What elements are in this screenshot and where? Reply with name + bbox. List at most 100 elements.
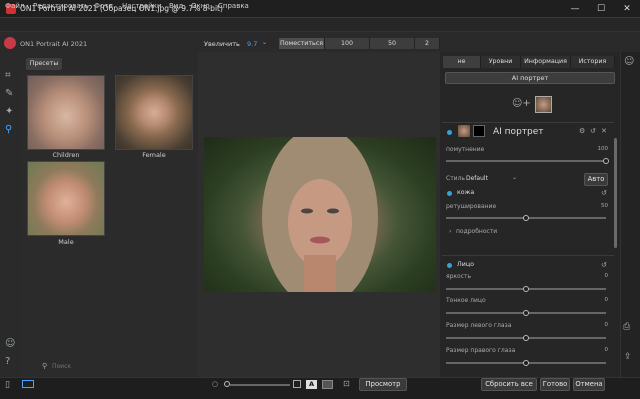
auto-button[interactable]: Авто [584,173,608,186]
zoom-slider-track[interactable] [230,384,290,386]
divider [442,255,614,256]
face-visibility-dot[interactable] [447,263,452,268]
preset-thumbnail-female[interactable] [115,75,193,150]
left-eye-label: Размер левого глаза [446,322,512,329]
tab-presets[interactable]: Пресеты [26,58,62,70]
details-toggle[interactable]: подробности [456,228,497,235]
brightness-value: 0 [604,273,609,279]
thin-face-slider-knob[interactable] [523,310,529,316]
tab-layers[interactable]: не [443,56,481,68]
blur-slider-knob[interactable] [603,158,609,164]
thin-face-value: 0 [604,297,609,303]
person-icon[interactable]: ☺ [624,56,634,67]
panel-toggle-icon[interactable]: ▯ [5,380,10,390]
module-thumbnail [458,125,470,137]
chevron-down-icon[interactable]: ⌄ [262,39,267,46]
blur-label: помутнение [446,146,485,153]
gear-icon[interactable]: ⚙ [579,127,585,135]
preset-thumbnail-children[interactable] [27,75,105,150]
left-toolstrip [0,56,22,376]
preset-search-input[interactable] [52,361,132,371]
menu-help[interactable]: Справка [218,2,249,10]
close-module-icon[interactable]: ✕ [601,127,607,135]
add-face-icon[interactable]: ☺+ [512,98,531,109]
reset-icon[interactable]: ↺ [601,189,607,197]
skin-visibility-dot[interactable] [447,191,452,196]
retouch-label: ретуширование [446,203,497,210]
blur-value: 100 [597,146,609,152]
help-icon[interactable]: ? [5,356,17,368]
preset-label-children: Children [52,151,80,159]
left-eye-value: 0 [604,322,609,328]
tab-levels[interactable]: Уровни [481,56,521,68]
retouch-icon[interactable]: ✦ [5,106,17,118]
portrait-photo [204,137,436,292]
preset-thumbnail-male[interactable] [27,161,105,236]
app-name: ON1 Portrait AI 2021 [20,40,88,48]
tab-info[interactable]: Информация [521,56,571,68]
menu-file[interactable]: Файл [5,2,24,10]
module-visibility-dot[interactable] [447,130,452,135]
right-panel-scrollbar[interactable] [614,138,617,248]
reset-icon[interactable]: ↺ [590,127,596,135]
preset-label-female: Female [142,151,166,159]
menu-view[interactable]: Вид [169,2,183,10]
style-label: Стиль [446,175,465,182]
minimize-button[interactable]: — [562,0,588,18]
share-icon[interactable]: ⇪ [624,352,632,362]
mask-view-icon[interactable] [322,380,333,389]
brush-icon[interactable]: ✎ [5,88,17,100]
chevron-down-icon[interactable]: ⌄ [512,174,517,181]
right-eye-label: Размер правого глаза [446,347,516,354]
reset-all-button[interactable]: Сбросить все [481,378,537,391]
preview-button[interactable]: Просмотр [359,378,407,391]
face-section-title: Лицо [457,261,474,268]
right-eye-value: 0 [604,347,609,353]
style-select[interactable]: Default [466,175,488,182]
retouch-slider-knob[interactable] [523,215,529,221]
tab-history[interactable]: История [571,56,615,68]
compare-icon[interactable] [293,380,301,388]
blur-slider-track[interactable] [446,160,606,162]
zoom-fit-button[interactable]: Поместиться [279,38,325,49]
menu-bar [0,18,640,32]
retouch-value: 50 [601,203,608,209]
face-thumbnail[interactable] [535,96,552,113]
zoom-label: Увеличить [204,40,240,48]
user-icon[interactable]: ☺ [5,338,17,350]
menu-photo[interactable]: Фото [94,2,113,10]
maximize-button[interactable]: ☐ [588,0,614,18]
app-logo [4,37,16,49]
module-title: AI портрет [493,127,544,137]
close-button[interactable]: ✕ [614,0,640,18]
zoom-out-icon[interactable]: ○ [212,380,218,388]
cancel-button[interactable]: Отмена [573,378,605,391]
preset-label-male: Male [58,238,74,246]
brightness-slider-knob[interactable] [523,286,529,292]
zoom-100-button[interactable]: 100 [325,38,370,49]
print-icon[interactable]: ⎙ [623,322,630,332]
export-icon[interactable]: ⊡ [343,379,350,388]
menu-settings[interactable]: Настройки [122,2,162,10]
done-button[interactable]: Готово [540,378,570,391]
brightness-label: яркость [446,273,472,280]
search-icon: ⚲ [42,362,48,370]
skin-section-title: кожа [457,189,475,196]
mask-thumbnail [473,125,485,137]
menu-edit[interactable]: Редактировать [33,2,89,10]
chevron-right-icon[interactable]: › [449,228,451,235]
thin-face-label: Тонкое лицо [446,297,486,304]
ai-portrait-button[interactable]: AI портрет [445,72,615,84]
left-eye-slider-knob[interactable] [523,335,529,341]
zoom-50-button[interactable]: 50 [370,38,415,49]
zoom-25-button[interactable]: 2 [415,38,440,49]
divider [442,122,614,123]
reset-icon[interactable]: ↺ [601,261,607,269]
face-zoom-icon[interactable]: ⚲ [5,124,17,136]
right-eye-slider-knob[interactable] [523,360,529,366]
zoom-value-select[interactable]: 9.7 [247,40,257,48]
menu-window[interactable]: Окно [191,2,210,10]
text-overlay-icon[interactable]: A [306,380,317,389]
layout-icon[interactable] [22,380,34,388]
crop-icon[interactable]: ⌗ [5,70,17,82]
